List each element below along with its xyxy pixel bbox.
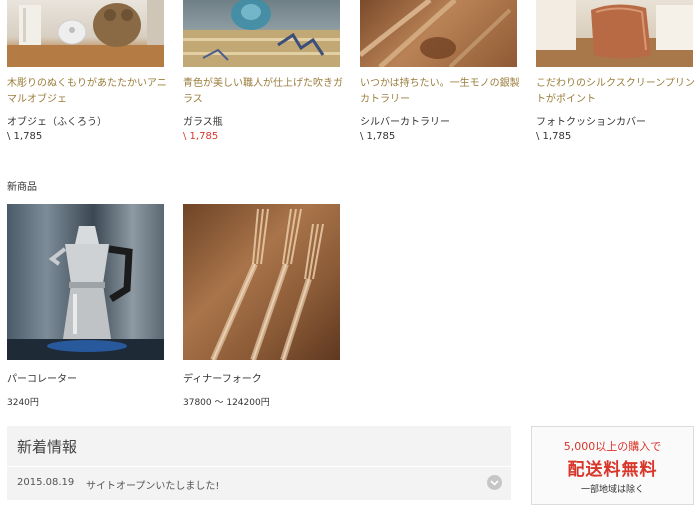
news-panel: 新着情報 2015.08.19 サイトオープンいたしました! [7, 426, 511, 500]
news-divider [7, 466, 511, 467]
shipping-condition: 5,000以上の購入で [563, 440, 662, 453]
news-item-link[interactable]: サイトオープンいたしました! [86, 477, 219, 492]
cushion-illustration [536, 0, 693, 67]
product-price-sale: \ 1,785 [183, 131, 219, 142]
free-shipping-banner[interactable]: 5,000以上の購入で 配送料無料 一部地域は除く [531, 426, 694, 505]
percolator-illustration [7, 226, 164, 360]
shipping-exception: 一部地域は除く [580, 485, 644, 495]
spoons-illustration [360, 0, 512, 67]
new-product-price: 3240円 [7, 398, 39, 408]
forks-illustration [210, 208, 324, 360]
product-image-cushion[interactable] [536, 0, 693, 67]
new-products-heading: 新商品 [7, 182, 37, 193]
product-description[interactable]: いつかは持ちたい。一生モノの銀製カトラリー [360, 76, 520, 108]
product-image-silver-cutlery[interactable] [360, 0, 517, 67]
product-image-percolator[interactable] [7, 204, 164, 360]
product-price: \ 1,785 [7, 131, 43, 142]
product-description[interactable]: こだわりのシルクスクリーンプリントがポイント [536, 76, 696, 108]
new-product-price: 37800 〜 124200円 [183, 398, 270, 408]
news-date: 2015.08.19 [17, 477, 75, 488]
chevron-down-icon[interactable] [487, 475, 502, 490]
product-description[interactable]: 青色が美しい職人が仕上げた吹きガラス [183, 76, 343, 108]
shipping-free-label: 配送料無料 [567, 460, 658, 480]
product-image-glass[interactable] [183, 0, 340, 67]
glass-vase-illustration [183, 0, 340, 67]
product-image-dinner-fork[interactable] [183, 204, 340, 360]
chevron-down-glyph [490, 480, 499, 486]
product-image-owl[interactable] [7, 0, 164, 67]
product-name[interactable]: フォトクッションカバー [536, 113, 646, 128]
product-name[interactable]: シルバーカトラリー [360, 113, 450, 128]
news-heading: 新着情報 [17, 438, 78, 456]
product-description[interactable]: 木彫りのぬくもりがあたたかいアニマルオブジェ [7, 76, 167, 108]
product-name[interactable]: ガラス瓶 [183, 113, 223, 128]
product-name[interactable]: オブジェ（ふくろう） [7, 113, 107, 128]
product-price: \ 1,785 [360, 131, 396, 142]
new-product-name[interactable]: ディナーフォーク [183, 370, 262, 385]
product-price: \ 1,785 [536, 131, 572, 142]
owl-figure-illustration [7, 0, 164, 67]
new-product-name[interactable]: パーコレーター [7, 370, 77, 385]
